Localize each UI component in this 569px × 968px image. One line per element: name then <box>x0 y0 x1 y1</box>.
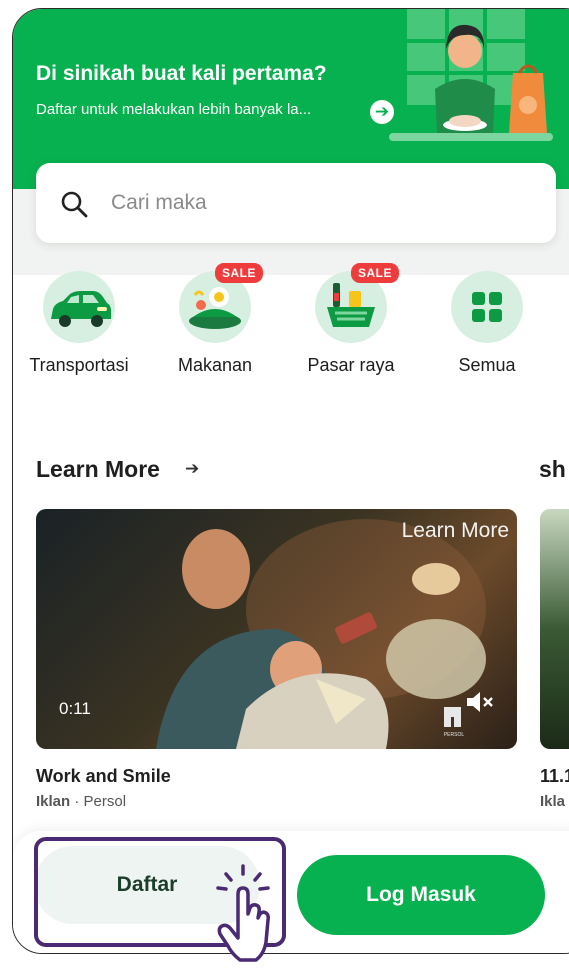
service-icon-circle <box>451 271 523 343</box>
car-icon <box>51 291 111 327</box>
welcome-banner[interactable]: Di sinikah buat kali pertama? Daftar unt… <box>13 9 569 189</box>
service-label: Makanan <box>177 355 253 375</box>
video-duration: 0:11 <box>59 699 91 718</box>
video-card-next[interactable] <box>540 509 569 749</box>
sale-badge: SALE <box>215 263 264 283</box>
welcome-illustration <box>389 9 553 141</box>
service-icon-circle <box>43 271 115 343</box>
video-card-work-and-smile[interactable]: Learn More 0:11 PERSOL <box>36 509 517 749</box>
service-transportasi[interactable]: Transportasi <box>13 271 149 381</box>
card-meta: Iklan · Persol <box>36 793 127 810</box>
sponsor-name: Persol <box>83 793 127 810</box>
chevron-right-icon[interactable]: ➔ <box>185 459 199 479</box>
banner-subtitle: Daftar untuk melakukan lebih banyak la..… <box>36 101 312 118</box>
svg-text:PERSOL: PERSOL <box>444 732 465 738</box>
ad-label: Ikla <box>540 793 566 810</box>
search-input[interactable]: Cari maka <box>36 163 556 243</box>
card-title[interactable]: Work and Smile <box>36 766 171 787</box>
persol-logo: PERSOL <box>444 707 465 738</box>
card-title[interactable]: 11.1 <box>540 766 569 787</box>
mute-icon[interactable] <box>465 689 495 715</box>
service-pasar-raya[interactable]: SALE Pasar raya <box>281 263 421 381</box>
service-makanan[interactable]: SALE Makanan <box>145 263 285 381</box>
service-label: Pasar raya <box>307 355 395 375</box>
sale-badge: SALE <box>351 263 400 283</box>
search-icon <box>61 191 88 218</box>
video-overlay-text: Learn More <box>401 519 509 542</box>
learn-more-heading[interactable]: Learn More <box>36 456 160 483</box>
service-icon-circle: SALE <box>179 263 264 343</box>
login-button[interactable]: Log Masuk <box>297 855 545 935</box>
phone-frame: Di sinikah buat kali pertama? Daftar unt… <box>12 8 569 954</box>
service-label: Semua <box>458 355 516 375</box>
tap-hand-icon <box>216 864 270 962</box>
service-icon-circle: SALE <box>315 263 400 343</box>
ad-label: Iklan <box>36 793 71 810</box>
service-label: Transportasi <box>29 355 129 375</box>
search-placeholder: Cari maka <box>111 191 207 214</box>
service-shortcuts: Transportasi SALE Makanan SALE Pasar ray… <box>13 263 569 381</box>
service-semua[interactable]: Semua <box>417 271 557 381</box>
banner-title: Di sinikah buat kali pertama? <box>36 62 327 85</box>
grid-icon <box>472 292 502 322</box>
next-section-heading[interactable]: sh <box>539 456 566 483</box>
